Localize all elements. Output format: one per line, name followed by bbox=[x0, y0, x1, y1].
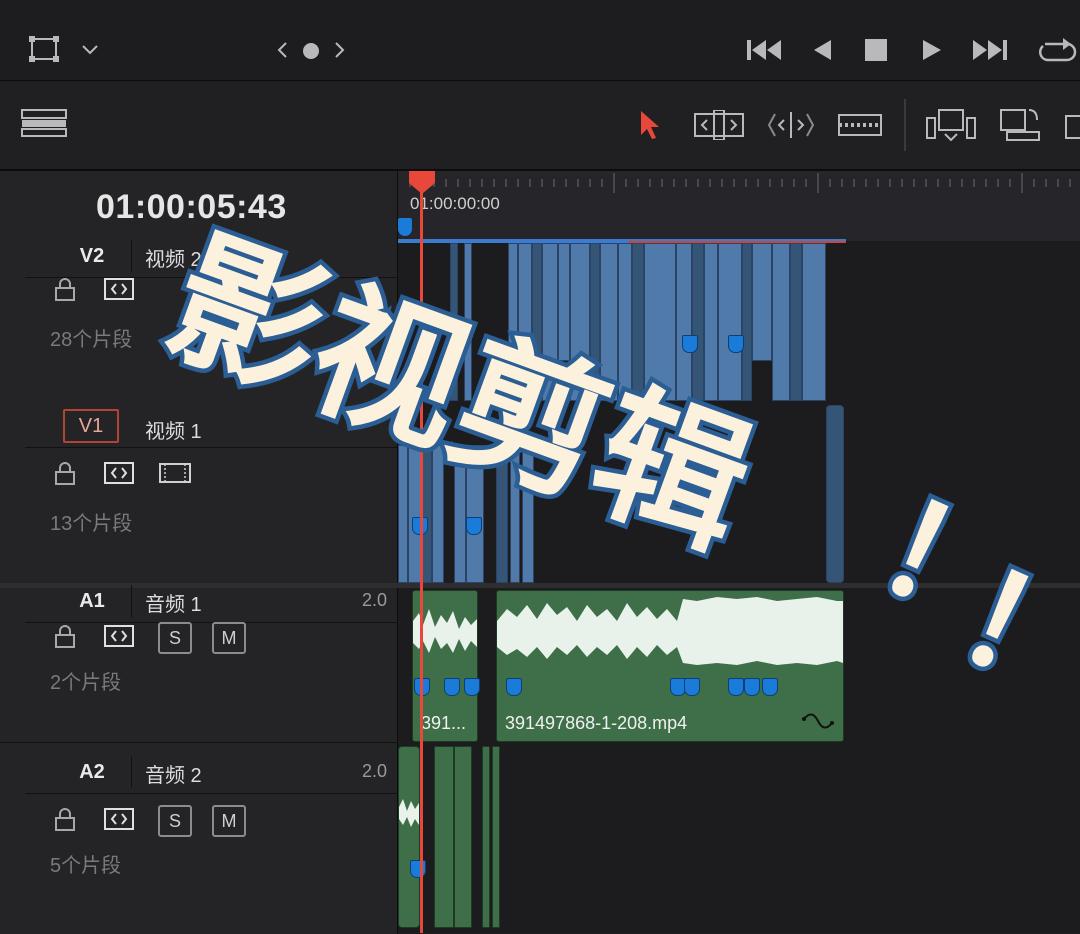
trim-edit-icon[interactable] bbox=[692, 109, 746, 141]
edit-toolbar bbox=[0, 81, 1080, 171]
timeline-ruler[interactable] bbox=[398, 171, 1080, 241]
track-lane-v1[interactable] bbox=[398, 403, 1080, 583]
mute-button[interactable]: M bbox=[212, 805, 246, 837]
track-lane-v2[interactable] bbox=[398, 241, 1080, 403]
play-icon[interactable] bbox=[918, 36, 946, 64]
stop-icon[interactable] bbox=[862, 36, 890, 64]
clip-marker[interactable] bbox=[728, 335, 744, 353]
audio-clip[interactable]: 391497868-1-208.mp4 bbox=[496, 590, 844, 742]
clip-marker[interactable] bbox=[410, 860, 426, 878]
clip-marker[interactable] bbox=[762, 678, 778, 696]
play-reverse-icon[interactable] bbox=[808, 36, 836, 64]
clip-marker[interactable] bbox=[444, 678, 460, 696]
fade-curve-icon[interactable] bbox=[801, 709, 835, 733]
selection-arrow-icon[interactable] bbox=[634, 107, 666, 143]
timeline-view-icon[interactable] bbox=[20, 107, 68, 139]
lock-icon[interactable] bbox=[52, 461, 78, 487]
clip-name: 391... bbox=[421, 713, 467, 733]
ruler-start-label: 01:00:00:00 bbox=[410, 194, 500, 213]
clip-count: 2个片段 bbox=[50, 672, 122, 694]
clip-count: 5个片段 bbox=[50, 855, 122, 877]
clip-count: 28个片段 bbox=[50, 329, 133, 351]
clip-count: 13个片段 bbox=[50, 513, 133, 535]
track-name[interactable]: 视频 2 bbox=[145, 243, 202, 272]
lock-icon[interactable] bbox=[52, 807, 78, 833]
track-header-a2: A2 音频 2 2.0 S M 5个片段 bbox=[0, 742, 398, 934]
track-header-v2: V2 视频 2 28个片段 bbox=[0, 240, 398, 403]
solo-button[interactable]: S bbox=[158, 622, 192, 654]
lock-icon[interactable] bbox=[52, 624, 78, 650]
clip-name: 391497868-1-208.mp4 bbox=[505, 713, 688, 733]
clip-marker[interactable] bbox=[682, 335, 698, 353]
track-name[interactable]: 音频 1 bbox=[145, 588, 202, 617]
viewer-size-icon[interactable] bbox=[26, 34, 62, 64]
clip-marker[interactable] bbox=[506, 678, 522, 696]
overwrite-clip-icon[interactable] bbox=[998, 105, 1042, 143]
insert-clip-icon[interactable] bbox=[924, 107, 978, 143]
channel-label: 2.0 bbox=[361, 590, 387, 610]
clip-marker[interactable] bbox=[466, 517, 482, 535]
track-id: A2 bbox=[53, 756, 132, 788]
auto-select-icon[interactable] bbox=[104, 461, 134, 485]
track-id: A1 bbox=[53, 585, 132, 617]
transport-bar bbox=[0, 0, 1080, 81]
mute-button[interactable]: M bbox=[212, 622, 246, 654]
ruler-marker[interactable] bbox=[398, 218, 412, 236]
track-name[interactable]: 视频 1 bbox=[145, 415, 202, 444]
auto-select-icon[interactable] bbox=[104, 277, 134, 301]
channel-label: 2.0 bbox=[361, 761, 387, 781]
film-icon[interactable] bbox=[158, 461, 192, 485]
blade-icon[interactable] bbox=[836, 109, 884, 141]
go-to-start-icon[interactable] bbox=[744, 36, 784, 64]
chevron-down-icon[interactable] bbox=[78, 38, 102, 62]
prev-icon[interactable] bbox=[272, 38, 292, 62]
clip-marker[interactable] bbox=[684, 678, 700, 696]
next-icon[interactable] bbox=[330, 38, 350, 62]
auto-select-icon[interactable] bbox=[104, 807, 134, 831]
auto-select-icon[interactable] bbox=[104, 624, 134, 648]
solo-button[interactable]: S bbox=[158, 805, 192, 837]
go-to-end-icon[interactable] bbox=[970, 36, 1010, 64]
playhead-handle[interactable] bbox=[407, 171, 437, 195]
current-timecode[interactable]: 01:00:05:43 bbox=[96, 188, 287, 227]
track-lane-a1[interactable]: 391... 391497868-1-208.mp4 bbox=[398, 588, 1080, 742]
dynamic-trim-icon[interactable] bbox=[764, 109, 818, 141]
lock-icon[interactable] bbox=[52, 277, 78, 303]
toolbar-divider bbox=[904, 99, 906, 151]
clip-marker[interactable] bbox=[744, 678, 760, 696]
loop-icon[interactable] bbox=[1036, 34, 1078, 66]
replace-clip-icon[interactable] bbox=[1060, 107, 1080, 143]
playhead-line[interactable] bbox=[420, 190, 423, 933]
dot-icon[interactable] bbox=[300, 40, 322, 62]
track-header-v1: V1 视频 1 13个片段 bbox=[0, 403, 398, 583]
track-id-active[interactable]: V1 bbox=[63, 409, 119, 443]
clip-marker[interactable] bbox=[464, 678, 480, 696]
track-lane-a2[interactable] bbox=[398, 742, 1080, 933]
clip-marker[interactable] bbox=[728, 678, 744, 696]
track-id: V2 bbox=[53, 240, 132, 272]
track-header-a1: A1 音频 1 2.0 S M 2个片段 bbox=[0, 585, 398, 742]
track-name[interactable]: 音频 2 bbox=[145, 759, 202, 788]
